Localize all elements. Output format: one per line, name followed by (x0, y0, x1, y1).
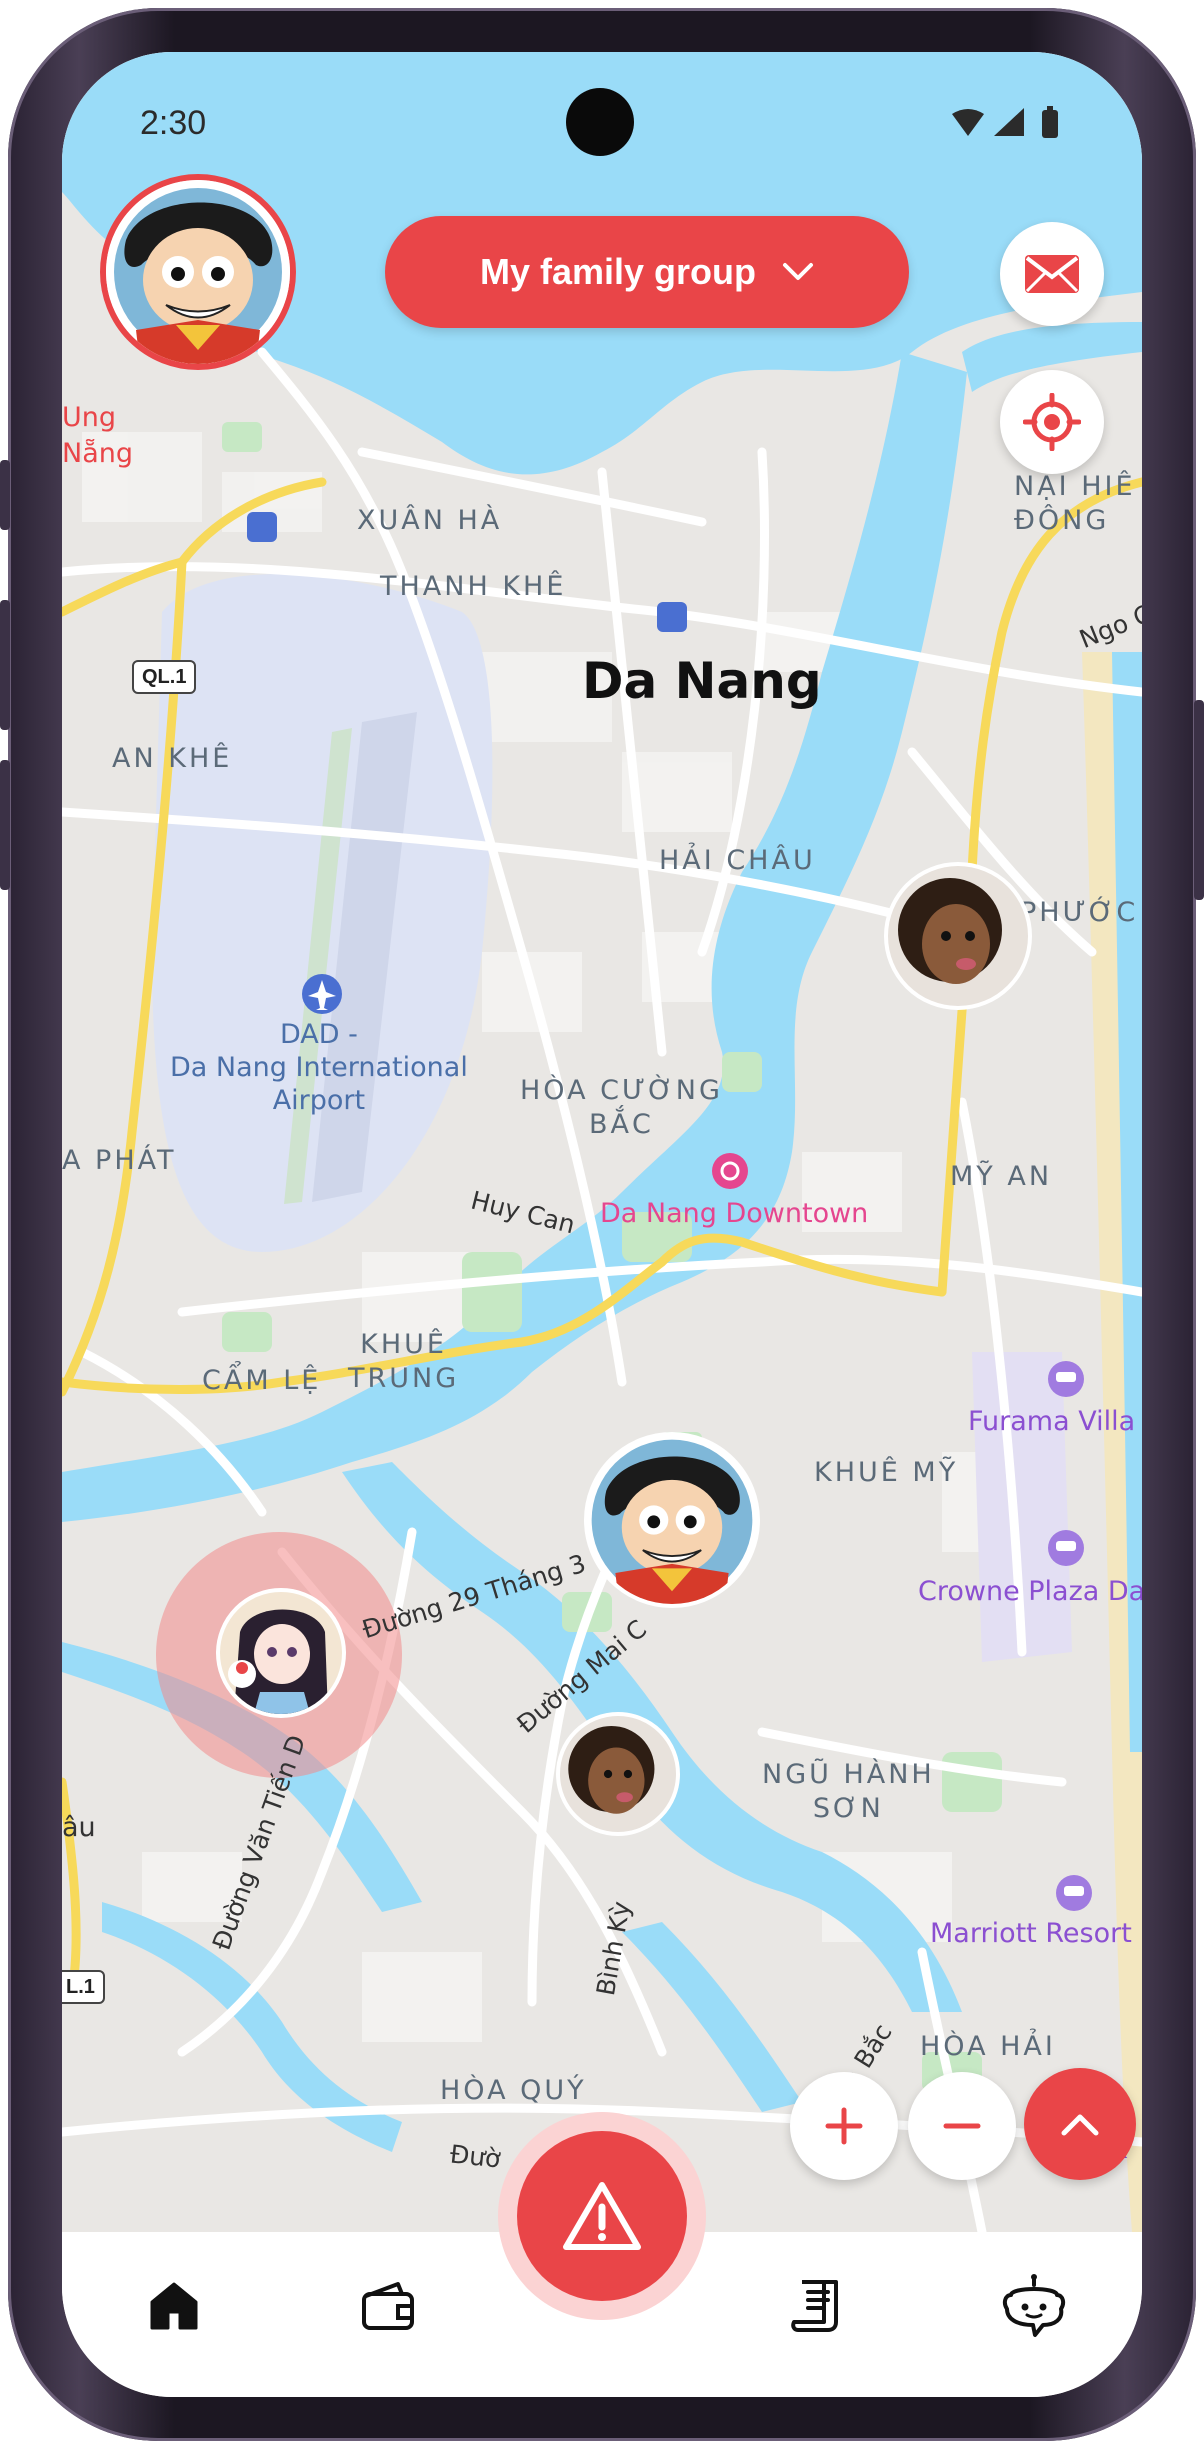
sos-button[interactable] (498, 2112, 706, 2320)
highway-shield: QL.1 (132, 660, 197, 694)
map-district-label: KHUÊ TRUNG (348, 1329, 460, 1394)
member-avatar[interactable] (556, 1712, 680, 1836)
member-avatar[interactable] (584, 1432, 760, 1608)
member-avatar[interactable] (884, 862, 1032, 1010)
camera-cutout (566, 88, 634, 156)
cellular-icon (994, 108, 1024, 136)
bot-icon (1002, 2274, 1066, 2337)
minus-icon (943, 2123, 981, 2129)
nav-wallet[interactable] (348, 2266, 428, 2346)
member-avatar[interactable] (216, 1588, 346, 1718)
nav-assistant[interactable] (994, 2266, 1074, 2346)
side-button (1194, 700, 1204, 900)
map-district-label: THANH KHÊ (380, 571, 567, 602)
home-icon (150, 2282, 198, 2330)
map-district-label: CẨM LỆ (202, 1365, 322, 1396)
street-label: Đườ (448, 2139, 502, 2174)
chevron-up-icon (1061, 2114, 1099, 2136)
expand-button[interactable] (1024, 2068, 1136, 2180)
chevron-down-icon (783, 263, 814, 280)
airport-label: DAD - Da Nang International Airport (170, 1019, 468, 1116)
hotel-label: Crowne Plaza Da (918, 1576, 1142, 1607)
messages-button[interactable] (1000, 222, 1104, 326)
girl-avatar-icon (220, 1592, 342, 1714)
map-district-label: A PHÁT (62, 1145, 177, 1176)
map-city-label: Da Nang (582, 652, 822, 710)
my-location-button[interactable] (1000, 370, 1104, 474)
nav-home[interactable] (134, 2266, 214, 2346)
status-icons (952, 106, 1058, 138)
side-button (0, 600, 10, 730)
screen: Da Nang XUÂN HÀ THANH KHÊ AN KHÊ HẢI CHÂ… (62, 52, 1142, 2397)
map-district-label: NẠI HIÊ ĐÔNG (1014, 471, 1136, 536)
map-place-label: âu (62, 1812, 96, 1843)
battery-icon (1042, 110, 1058, 138)
map-district-label: XUÂN HÀ (357, 505, 503, 536)
map-district-label: NGŨ HÀNH SƠN (762, 1759, 935, 1824)
map-district-label: MỸ AN (950, 1161, 1053, 1192)
wifi-icon (952, 109, 984, 136)
luffy-avatar-icon (106, 180, 290, 364)
map-district-label: PHƯỚC (1020, 897, 1139, 928)
mail-icon (1025, 255, 1079, 293)
hotel-label: Furama Villa (968, 1406, 1136, 1437)
highway-shield: L.1 (62, 1970, 105, 2004)
child-avatar-icon (888, 866, 1028, 1006)
map-district-label: HÒA HẢI (920, 2031, 1056, 2062)
group-label: My family group (479, 251, 757, 292)
map-district-label: HẢI CHÂU (659, 845, 816, 876)
child-avatar-icon (560, 1716, 676, 1832)
my-avatar[interactable] (100, 174, 296, 370)
map-place-label: Ung Nẵng (62, 402, 133, 469)
luffy-avatar-icon (588, 1436, 756, 1604)
zoom-in-button[interactable] (790, 2072, 898, 2180)
plus-icon (825, 2107, 863, 2145)
downtown-label: Da Nang Downtown (600, 1198, 869, 1229)
warning-icon (563, 2182, 641, 2250)
locate-icon (1023, 393, 1081, 451)
status-time: 2:30 (140, 104, 207, 142)
zoom-out-button[interactable] (908, 2072, 1016, 2180)
side-button (0, 760, 10, 890)
document-icon (791, 2280, 838, 2332)
group-selector-button[interactable]: My family group (385, 216, 909, 328)
sos-button-core[interactable] (517, 2131, 687, 2301)
side-button (0, 460, 10, 530)
hotel-label: Marriott Resort (930, 1918, 1132, 1949)
map-district-label: AN KHÊ (112, 743, 233, 774)
map-district-label: HÒA CƯỜNG BẮC (520, 1075, 723, 1140)
wallet-icon (362, 2282, 414, 2330)
nav-reports[interactable] (778, 2266, 858, 2346)
map-district-label: HÒA QUÝ (440, 2075, 587, 2106)
map-district-label: KHUÊ MỸ (814, 1457, 959, 1488)
